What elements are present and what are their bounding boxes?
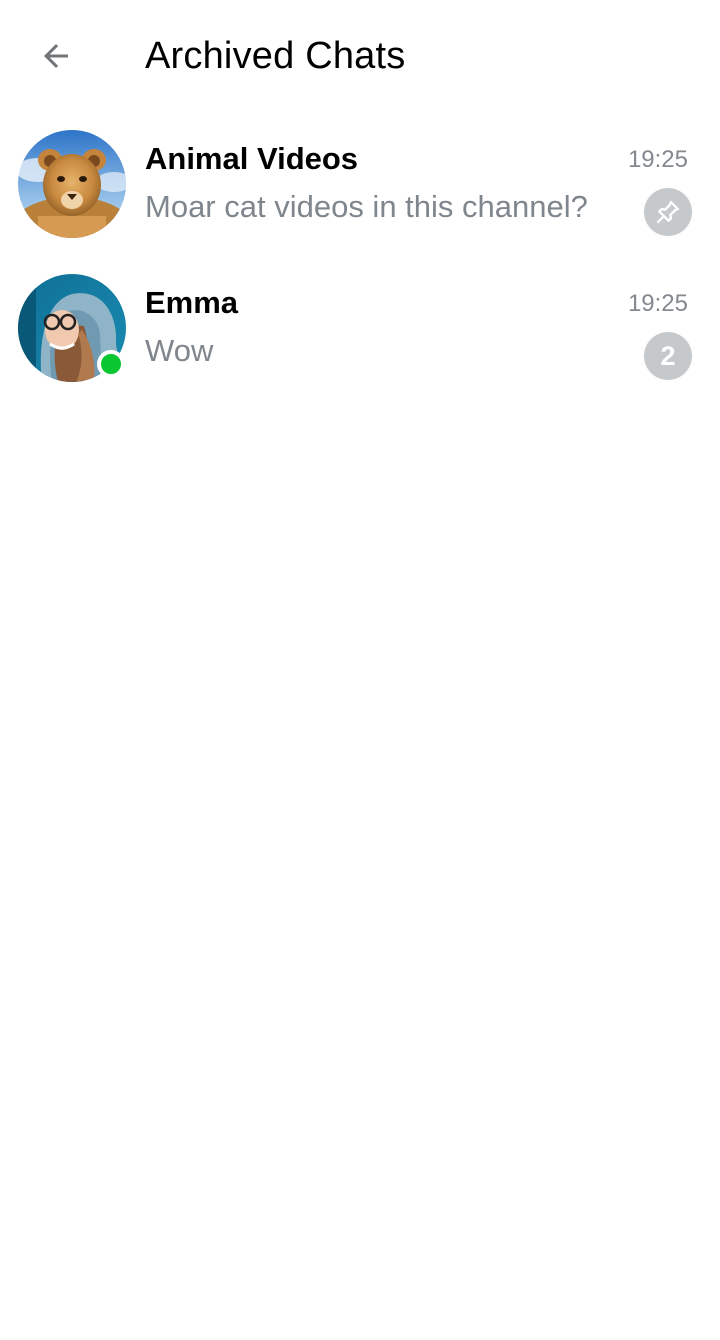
arrow-left-icon — [44, 44, 68, 68]
chat-preview: Wow — [145, 333, 214, 368]
chat-list: Animal Videos Moar cat videos in this ch… — [0, 112, 720, 400]
page-title: Archived Chats — [145, 35, 406, 77]
chat-row-animal-videos[interactable]: Animal Videos Moar cat videos in this ch… — [0, 112, 720, 256]
avatar-animal-videos — [18, 130, 126, 238]
unread-count-badge: 2 — [644, 332, 692, 380]
chat-time: 19:25 — [627, 146, 688, 173]
app-header: Archived Chats — [0, 0, 720, 112]
pinned-badge — [644, 188, 692, 236]
chat-name: Animal Videos — [145, 141, 359, 176]
chat-time: 19:25 — [627, 290, 688, 317]
chat-row-emma[interactable]: Emma Wow 19:25 2 — [0, 256, 720, 400]
back-button[interactable] — [24, 24, 88, 88]
chat-preview: Moar cat videos in this channel? — [145, 189, 588, 224]
pin-icon — [656, 200, 680, 224]
online-status-indicator — [97, 350, 125, 378]
chat-name: Emma — [145, 285, 239, 320]
